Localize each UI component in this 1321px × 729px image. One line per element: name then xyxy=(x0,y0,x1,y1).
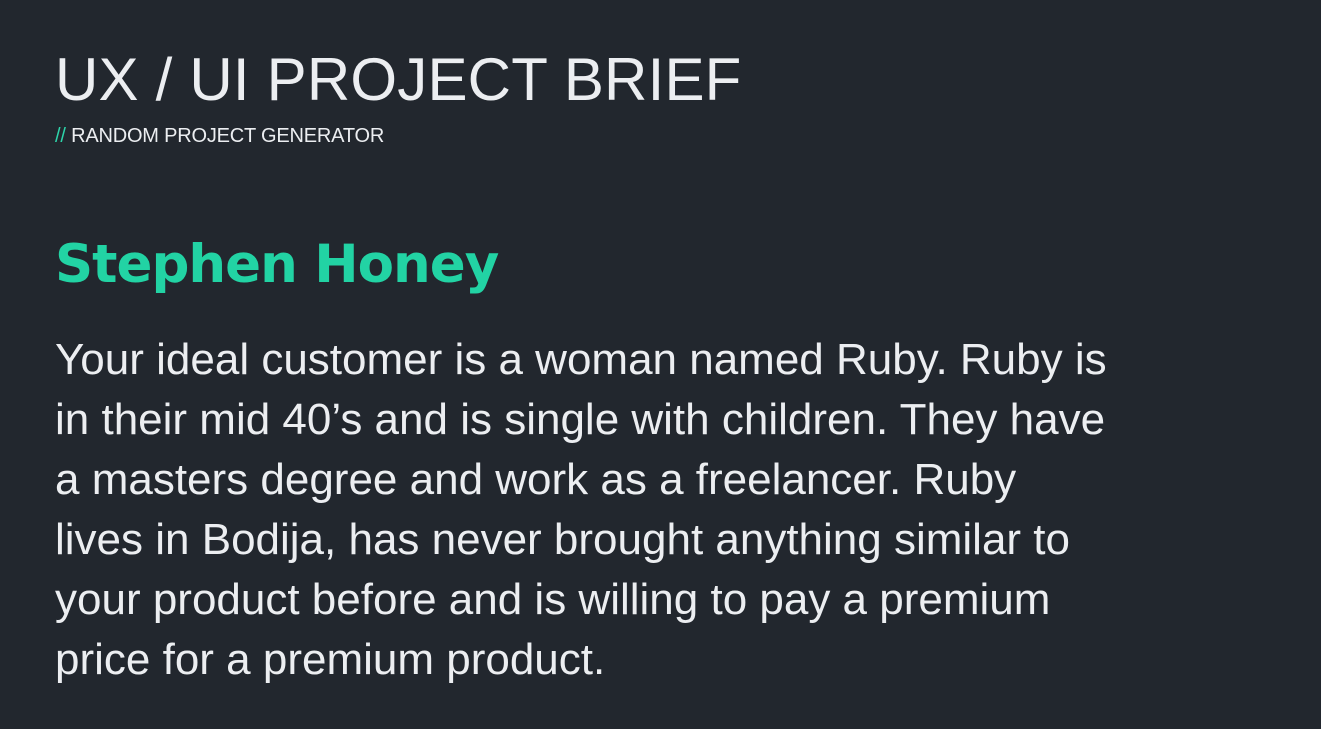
page-title: UX / UI PROJECT BRIEF xyxy=(55,46,742,113)
brief-line: your product before and is willing to pa… xyxy=(55,575,1051,624)
subtitle-prefix: // xyxy=(55,125,66,147)
page-header: UX / UI PROJECT BRIEF // RANDOM PROJECT … xyxy=(55,44,742,148)
page-subtitle: // RANDOM PROJECT GENERATOR xyxy=(55,124,742,148)
subtitle-text: RANDOM PROJECT GENERATOR xyxy=(71,125,385,147)
brief-line: Your ideal customer is a woman named Rub… xyxy=(55,335,1107,384)
project-name: Stephen Honey xyxy=(55,234,499,295)
page: UX / UI PROJECT BRIEF // RANDOM PROJECT … xyxy=(0,0,1321,729)
brief-line: price for a premium product. xyxy=(55,635,606,684)
brief-text: Your ideal customer is a woman named Rub… xyxy=(55,330,1220,690)
project-brief: Stephen Honey Your ideal customer is a w… xyxy=(55,232,1235,690)
brief-line: in their mid 40’s and is single with chi… xyxy=(55,395,1106,444)
brief-line: a masters degree and work as a freelance… xyxy=(55,455,1017,504)
brief-line: lives in Bodija, has never brought anyth… xyxy=(55,515,1070,564)
